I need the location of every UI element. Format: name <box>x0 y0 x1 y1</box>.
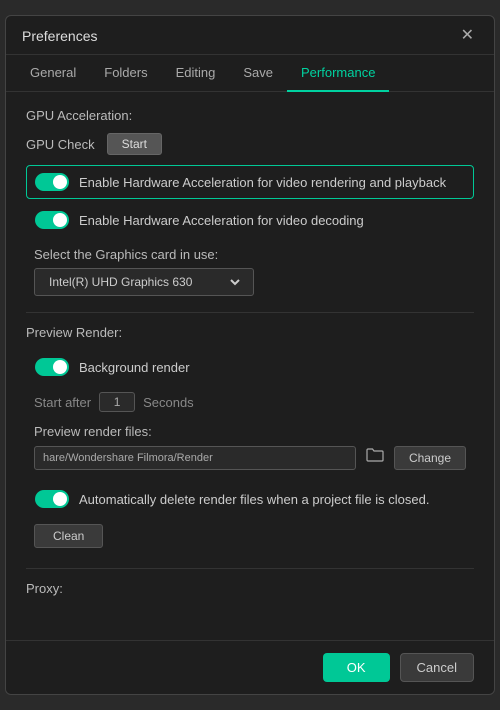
content-area: GPU Acceleration: GPU Check Start Enable… <box>6 92 494 612</box>
background-render-row: Background render <box>26 350 474 384</box>
hw-accel-decoding-row: Enable Hardware Acceleration for video d… <box>26 203 474 237</box>
ok-button[interactable]: OK <box>323 653 390 682</box>
toggle-knob-2 <box>53 213 67 227</box>
auto-delete-row: Automatically delete render files when a… <box>26 482 474 516</box>
toggle-knob-3 <box>53 360 67 374</box>
gpu-check-row: GPU Check Start <box>26 133 474 155</box>
tab-general[interactable]: General <box>16 55 90 92</box>
graphics-card-dropdown[interactable]: Intel(R) UHD Graphics 630 <box>45 274 243 290</box>
gpu-start-button[interactable]: Start <box>107 133 162 155</box>
render-files-label: Preview render files: <box>34 424 474 439</box>
start-after-row: Start after Seconds <box>34 392 466 412</box>
preferences-dialog: Preferences ✕ General Folders Editing Sa… <box>5 15 495 695</box>
proxy-label: Proxy: <box>26 581 474 596</box>
section-divider-2 <box>26 568 474 569</box>
background-render-toggle[interactable] <box>35 358 69 376</box>
auto-delete-label: Automatically delete render files when a… <box>79 492 429 507</box>
change-button[interactable]: Change <box>394 446 466 470</box>
start-after-label: Start after <box>34 395 91 410</box>
tabs-bar: General Folders Editing Save Performance <box>6 55 494 92</box>
hw-accel-decoding-toggle[interactable] <box>35 211 69 229</box>
hw-accel-video-label: Enable Hardware Acceleration for video r… <box>79 175 446 190</box>
preview-render-label: Preview Render: <box>26 325 474 340</box>
dialog-title: Preferences <box>22 28 97 44</box>
hw-accel-decoding-label: Enable Hardware Acceleration for video d… <box>79 213 364 228</box>
hw-accel-video-row: Enable Hardware Acceleration for video r… <box>26 165 474 199</box>
start-after-input[interactable] <box>99 392 135 412</box>
close-button[interactable]: ✕ <box>457 26 478 46</box>
cancel-button[interactable]: Cancel <box>400 653 474 682</box>
clean-button[interactable]: Clean <box>34 524 103 548</box>
seconds-label: Seconds <box>143 395 194 410</box>
section-divider-1 <box>26 312 474 313</box>
auto-delete-toggle[interactable] <box>35 490 69 508</box>
tab-performance[interactable]: Performance <box>287 55 389 92</box>
dialog-footer: OK Cancel <box>6 640 494 694</box>
toggle-knob-4 <box>53 492 67 506</box>
tab-save[interactable]: Save <box>229 55 287 92</box>
hw-accel-video-toggle[interactable] <box>35 173 69 191</box>
render-path-row: hare/Wondershare Filmora/Render Change <box>34 445 466 470</box>
tab-editing[interactable]: Editing <box>162 55 230 92</box>
toggle-knob <box>53 175 67 189</box>
graphics-card-select-wrap: Intel(R) UHD Graphics 630 <box>34 268 466 296</box>
folder-icon-button[interactable] <box>362 445 388 470</box>
graphics-card-select[interactable]: Intel(R) UHD Graphics 630 <box>34 268 254 296</box>
title-bar: Preferences ✕ <box>6 16 494 55</box>
tab-folders[interactable]: Folders <box>90 55 161 92</box>
background-render-label: Background render <box>79 360 190 375</box>
folder-icon <box>366 447 384 463</box>
render-path-display: hare/Wondershare Filmora/Render <box>34 446 356 470</box>
gpu-check-label: GPU Check <box>26 137 95 152</box>
gpu-section-label: GPU Acceleration: <box>26 108 474 123</box>
select-graphics-label: Select the Graphics card in use: <box>34 247 474 262</box>
preview-render-section: Preview Render: Background render Start … <box>26 325 474 560</box>
